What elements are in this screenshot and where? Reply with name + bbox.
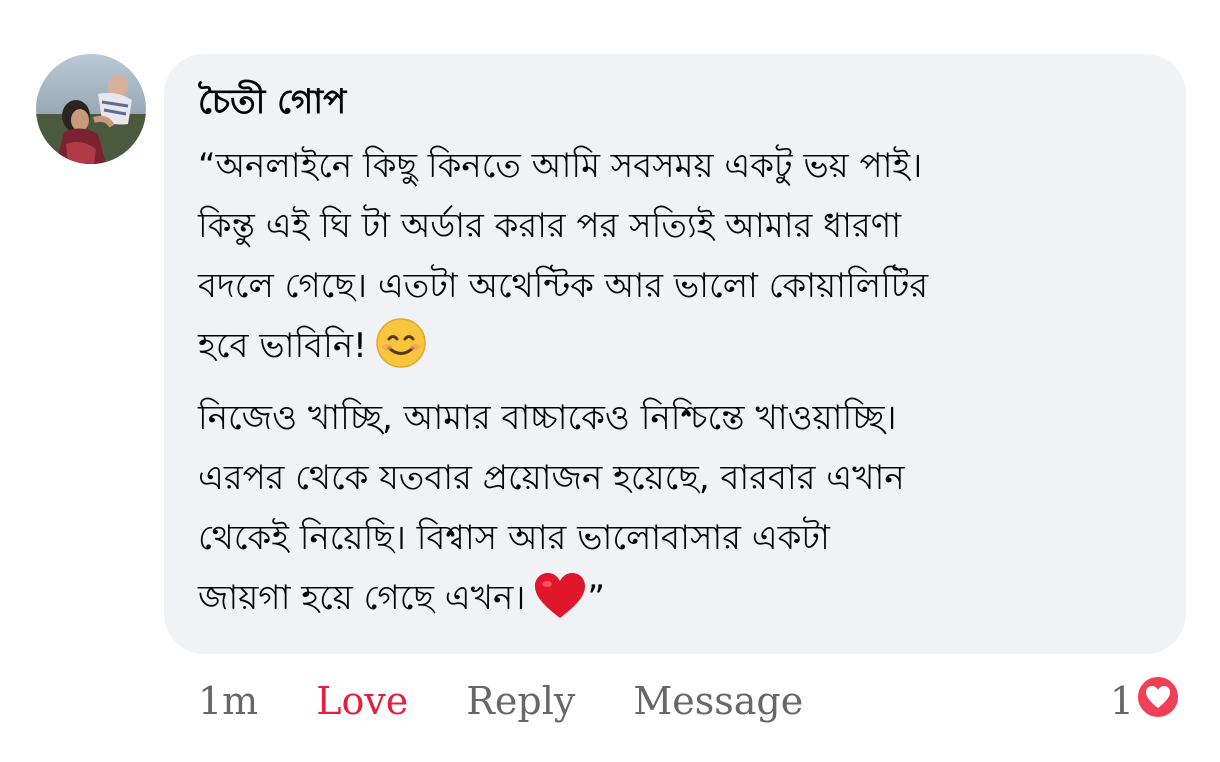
reaction-summary[interactable]: 1 (1109, 674, 1180, 728)
comment-line-with-emoji: জায়গা হয়ে গেছে এখন। ” (198, 568, 1156, 640)
comment-line: “অনলাইনে কিছু কিনতে আমি সবসময় একটু ভয় … (198, 146, 923, 186)
comment-line-with-emoji: হবে ভাবিনি! (198, 316, 1156, 388)
comment-line: জায়গা হয়ে গেছে এখন। (198, 578, 526, 618)
comment-line: এরপর থেকে যতবার প্রয়োজন হয়েছে, বারবার … (198, 458, 905, 498)
smiling-face-emoji-icon (375, 317, 427, 388)
author-name[interactable]: চৈতী গোপ (198, 78, 1156, 126)
reaction-count: 1 (1109, 679, 1134, 723)
comment-line: বদলে গেছে। এতটা অথেন্টিক আর ভালো কোয়ালি… (198, 266, 929, 306)
reply-button[interactable]: Reply (466, 679, 575, 723)
red-heart-emoji-icon (533, 571, 587, 640)
comment-container: চৈতী গোপ “অনলাইনে কিছু কিনতে আমি সবসময় … (0, 0, 1220, 762)
comment-text: “অনলাইনে কিছু কিনতে আমি সবসময় একটু ভয় … (198, 136, 1156, 640)
comment-line: নিজেও খাচ্ছি, আমার বাচ্চাকেও নিশ্চিন্তে … (198, 398, 897, 438)
heart-reaction-icon (1136, 674, 1180, 728)
comment-line: থেকেই নিয়েছি। বিশ্বাস আর ভালোবাসার একটা (198, 518, 830, 558)
comment-bubble: চৈতী গোপ “অনলাইনে কিছু কিনতে আমি সবসময় … (164, 54, 1186, 654)
message-button[interactable]: Message (633, 679, 803, 723)
comment-line: হবে ভাবিনি! (198, 326, 367, 366)
closing-quote: ” (587, 578, 606, 618)
comment-timestamp[interactable]: 1m (198, 679, 258, 723)
comment-actions: 1m Love Reply Message (198, 676, 861, 726)
comment-line: কিন্তু এই ঘি টা অর্ডার করার পর সত্যিই আম… (198, 206, 902, 246)
avatar[interactable] (36, 54, 146, 164)
love-button[interactable]: Love (316, 679, 408, 723)
